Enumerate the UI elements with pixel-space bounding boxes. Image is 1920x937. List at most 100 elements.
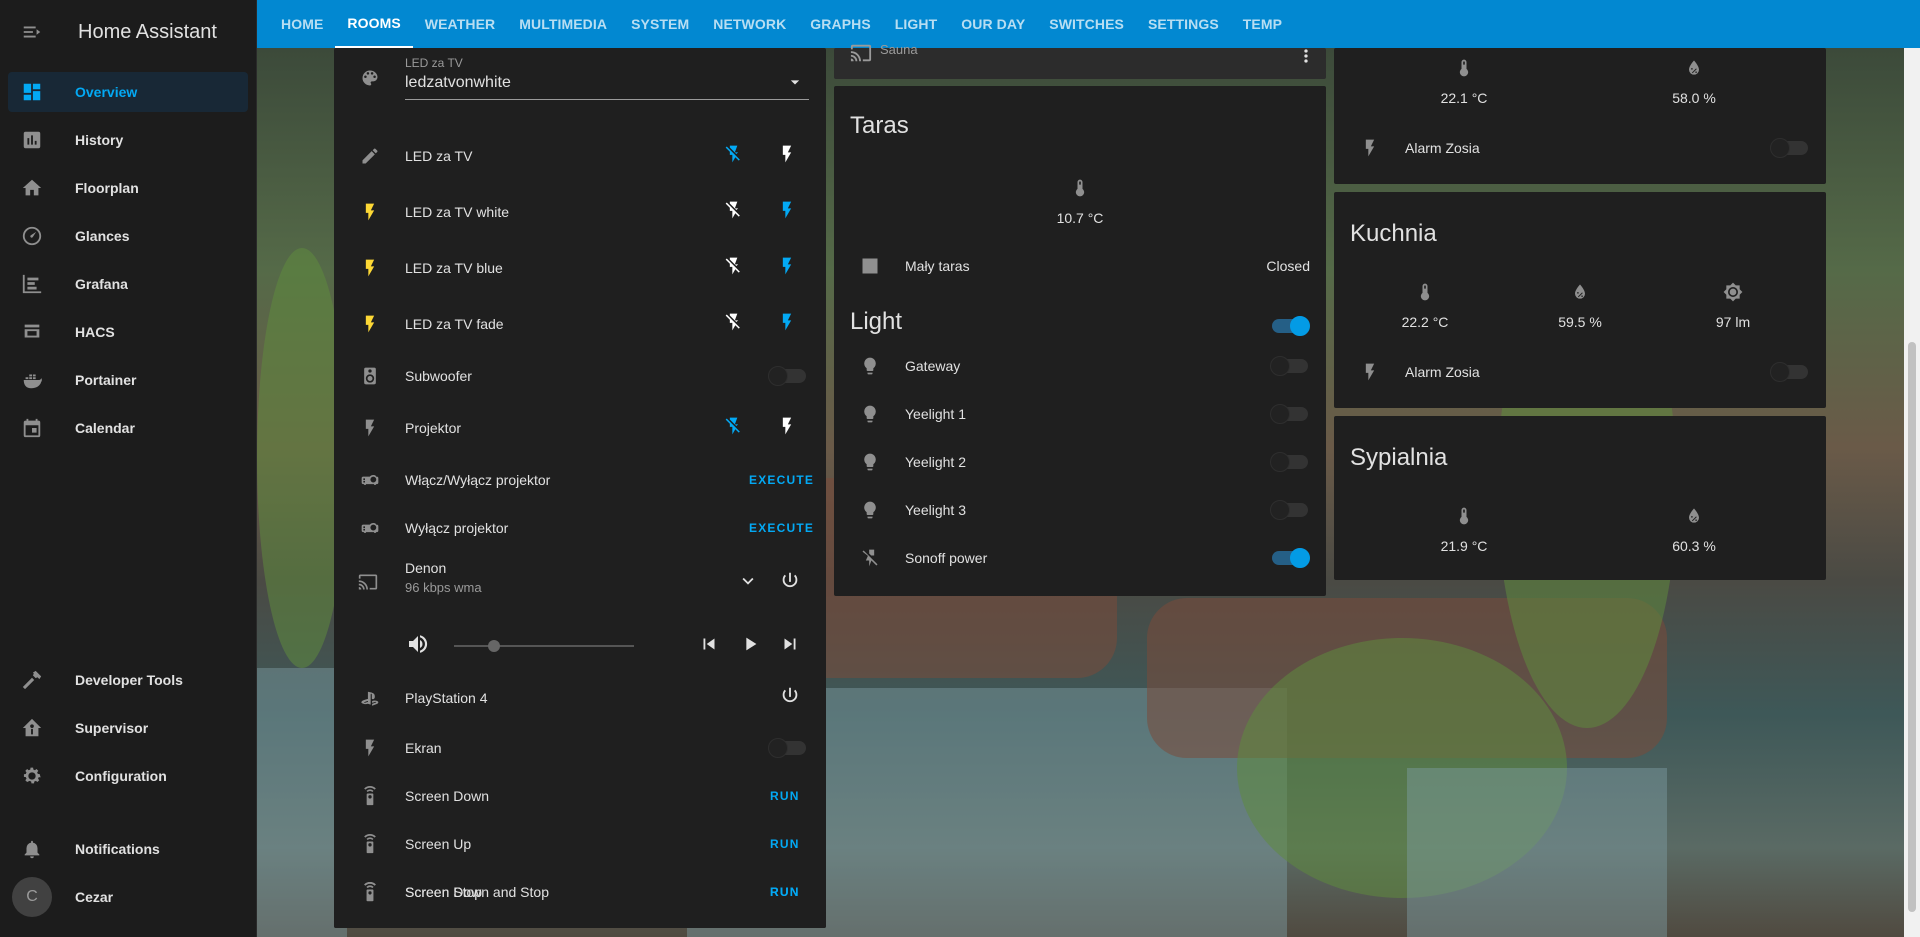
alarm-zosia-toggle[interactable] <box>1770 138 1808 158</box>
alarm-zosia-kuchnia-toggle[interactable] <box>1770 362 1808 382</box>
water-percent-icon <box>1684 58 1704 78</box>
pencil-off-icon <box>360 146 380 166</box>
skip-previous-icon[interactable] <box>698 633 720 660</box>
flash-icon[interactable] <box>777 144 797 169</box>
page-scrollbar[interactable] <box>1904 48 1920 937</box>
tab-weather[interactable]: WEATHER <box>413 0 507 48</box>
tab-our-day[interactable]: OUR DAY <box>949 0 1037 48</box>
sidebar-item-portainer[interactable]: Portainer <box>8 360 248 400</box>
play-icon[interactable] <box>739 633 761 660</box>
sidebar-item-developer-tools[interactable]: Developer Tools <box>8 660 248 700</box>
sonoff-power-toggle[interactable] <box>1272 548 1310 568</box>
tab-multimedia[interactable]: MULTIMEDIA <box>507 0 619 48</box>
light-group-toggle[interactable] <box>1272 316 1310 336</box>
entity-name: LED za TV white <box>405 204 510 220</box>
execute-button[interactable]: EXECUTE <box>749 521 814 535</box>
yeelight-2-toggle[interactable] <box>1270 452 1308 472</box>
power-icon[interactable] <box>779 685 801 712</box>
sensor-temp-top[interactable]: 22.1 °C <box>1404 58 1524 106</box>
volume-high-icon[interactable] <box>406 632 430 661</box>
ekran-toggle[interactable] <box>768 738 806 758</box>
menu-icon[interactable] <box>0 21 64 43</box>
flash-off-icon[interactable] <box>724 416 744 441</box>
sensor-humidity-kuchnia[interactable]: 59.5 % <box>1520 282 1640 330</box>
sensor-humidity-sypialnia[interactable]: 60.3 % <box>1634 506 1754 554</box>
script-row-screen-down: Screen Down RUN <box>334 776 826 816</box>
volume-slider-thumb[interactable] <box>487 640 500 652</box>
docker-icon <box>8 369 56 391</box>
dots-vertical-icon[interactable] <box>1296 46 1316 71</box>
remote-icon <box>360 786 380 806</box>
tab-light[interactable]: LIGHT <box>883 0 950 48</box>
sidebar-item-notifications[interactable]: Notifications <box>8 829 248 869</box>
run-button[interactable]: RUN <box>770 837 800 851</box>
sidebar-item-label: Grafana <box>75 276 128 292</box>
sidebar-item-history[interactable]: History <box>8 120 248 160</box>
flash-off-icon[interactable] <box>724 144 744 169</box>
entity-name: Ekran <box>405 740 442 756</box>
flash-off-icon[interactable] <box>724 200 744 225</box>
tab-home[interactable]: HOME <box>269 0 335 48</box>
sidebar-item-glances[interactable]: Glances <box>8 216 248 256</box>
switch-row-alarm-zosia-kuchnia: Alarm Zosia <box>1334 352 1826 392</box>
subwoofer-toggle[interactable] <box>768 366 806 386</box>
flash-icon[interactable] <box>777 312 797 337</box>
sidebar-item-user[interactable]: C Cezar <box>8 877 248 917</box>
media-controls-denon <box>334 626 826 666</box>
media-player-denon: Denon 96 kbps wma <box>334 558 826 606</box>
gateway-toggle[interactable] <box>1270 356 1308 376</box>
bell-icon <box>8 838 56 860</box>
sidebar-item-floorplan[interactable]: Floorplan <box>8 168 248 208</box>
skip-next-icon[interactable] <box>779 633 801 660</box>
flash-icon[interactable] <box>777 416 797 441</box>
sidebar-item-grafana[interactable]: Grafana <box>8 264 248 304</box>
flash-icon[interactable] <box>777 256 797 281</box>
water-percent-icon <box>1570 282 1590 302</box>
flash-icon[interactable] <box>777 200 797 225</box>
sensor-humidity-top[interactable]: 58.0 % <box>1634 58 1754 106</box>
cast-icon <box>358 572 378 592</box>
room-card-top: 22.1 °C 58.0 % Alarm Zosia <box>1334 48 1826 184</box>
entity-name: LED za TV blue <box>405 260 503 276</box>
entity-name: Alarm Zosia <box>1405 364 1480 380</box>
tab-settings[interactable]: SETTINGS <box>1136 0 1231 48</box>
home-icon <box>8 177 56 199</box>
brightness-icon <box>1723 282 1743 302</box>
execute-button[interactable]: EXECUTE <box>749 473 814 487</box>
sensor-lux-kuchnia[interactable]: 97 lm <box>1673 282 1793 330</box>
sensor-temp-kuchnia[interactable]: 22.2 °C <box>1365 282 1485 330</box>
sidebar-item-calendar[interactable]: Calendar <box>8 408 248 448</box>
flash-icon <box>360 258 380 278</box>
flash-icon <box>1360 362 1380 382</box>
sidebar-item-hacs[interactable]: HACS <box>8 312 248 352</box>
yeelight-1-toggle[interactable] <box>1270 404 1308 424</box>
projector-icon <box>360 470 380 490</box>
tab-temp[interactable]: TEMP <box>1231 0 1294 48</box>
flash-off-icon[interactable] <box>724 312 744 337</box>
chevron-down-icon[interactable] <box>737 570 759 597</box>
gauge-icon <box>8 225 56 247</box>
sauna-card[interactable]: Sauna <box>834 42 1326 79</box>
flash-off-icon[interactable] <box>724 256 744 281</box>
effect-select[interactable]: LED za TV ledzatvonwhite <box>405 52 809 100</box>
chart-timeline-icon <box>8 273 56 295</box>
sidebar-item-overview[interactable]: Overview <box>8 72 248 112</box>
power-icon[interactable] <box>779 570 801 597</box>
yeelight-3-toggle[interactable] <box>1270 500 1308 520</box>
run-button[interactable]: RUN <box>770 885 800 899</box>
sensor-value: 59.5 % <box>1558 314 1602 330</box>
tab-graphs[interactable]: GRAPHS <box>798 0 883 48</box>
run-button[interactable]: RUN <box>770 789 800 803</box>
sensor-temp-taras[interactable]: 10.7 °C <box>1020 178 1140 226</box>
tab-system[interactable]: SYSTEM <box>619 0 701 48</box>
tab-switches[interactable]: SWITCHES <box>1037 0 1136 48</box>
sidebar-item-supervisor[interactable]: Supervisor <box>8 708 248 748</box>
scrollbar-thumb[interactable] <box>1908 342 1916 912</box>
sensor-temp-sypialnia[interactable]: 21.9 °C <box>1404 506 1524 554</box>
sidebar-item-configuration[interactable]: Configuration <box>8 756 248 796</box>
volume-slider[interactable] <box>454 640 634 652</box>
tab-network[interactable]: NETWORK <box>701 0 798 48</box>
sidebar-item-label: HACS <box>75 324 115 340</box>
cast-icon <box>850 42 872 69</box>
tab-rooms[interactable]: ROOMS <box>335 0 413 48</box>
